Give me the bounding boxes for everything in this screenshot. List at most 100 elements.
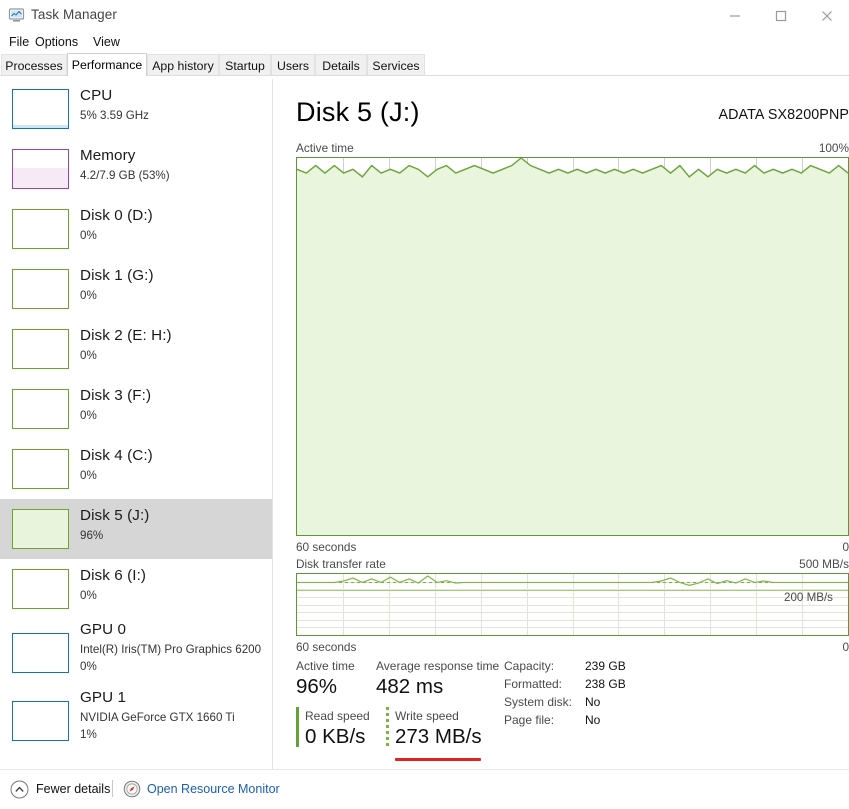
active-time-label: Active time — [296, 141, 354, 155]
sidebar-mini-graph — [12, 269, 69, 309]
sidebar-item-disk-4-c-[interactable]: Disk 4 (C:) 0% — [0, 439, 272, 499]
close-button[interactable] — [804, 0, 849, 31]
window-title: Task Manager — [31, 7, 117, 22]
info-key: Page file: — [504, 713, 554, 727]
status-bar: Fewer details Open Resource Monitor — [0, 769, 849, 809]
sidebar-mini-graph — [12, 633, 69, 673]
sidebar-item-disk-6-i-[interactable]: Disk 6 (I:)0% — [0, 559, 272, 619]
resource-monitor-icon[interactable] — [123, 780, 141, 798]
sidebar-item-title: GPU 1 — [80, 689, 126, 706]
transfer-rate-max: 500 MB/s — [799, 557, 849, 571]
sidebar-item-subtitle: 0% — [80, 409, 97, 422]
sidebar-mini-graph — [12, 389, 69, 429]
tab-label: Processes — [5, 59, 62, 73]
sidebar-divider — [272, 79, 273, 769]
sidebar-item-subtitle-2: 1% — [80, 728, 97, 741]
transfer-rate-graph — [296, 573, 849, 636]
read-speed-indicator — [296, 707, 299, 747]
tab-label: Users — [277, 59, 309, 73]
transfer-rate-xlabel: 60 seconds — [296, 640, 356, 654]
tab-startup[interactable]: Startup — [219, 54, 271, 76]
sidebar-item-title: Disk 2 (E: H:) — [80, 327, 172, 344]
tab-label: App history — [152, 59, 214, 73]
title-bar: Task Manager — [0, 0, 849, 31]
write-speed-indicator — [386, 707, 389, 747]
info-key: System disk: — [504, 695, 572, 709]
sidebar-item-gpu-1[interactable]: GPU 1NVIDIA GeForce GTX 1660 Ti1% — [0, 687, 272, 755]
stat-write-label: Write speed — [395, 709, 459, 723]
sidebar-item-title: CPU — [80, 87, 112, 104]
active-time-xlabel: 60 seconds — [296, 540, 356, 554]
write-speed-annotation-underline — [395, 758, 481, 761]
tab-performance[interactable]: Performance — [67, 53, 147, 76]
sidebar-item-title: Disk 0 (D:) — [80, 207, 153, 224]
tab-users[interactable]: Users — [271, 54, 315, 76]
sidebar-item-subtitle: Intel(R) Iris(TM) Pro Graphics 6200 — [80, 643, 261, 656]
tab-services[interactable]: Services — [367, 54, 425, 76]
sidebar-item-title: Memory — [80, 147, 135, 164]
menu-bar: File Options View — [0, 31, 849, 53]
sidebar-item-cpu[interactable]: CPU 5% 3.59 GHz — [0, 79, 272, 139]
sidebar-mini-graph — [12, 509, 69, 549]
info-key: Capacity: — [504, 659, 554, 673]
sidebar-mini-graph-fill — [13, 510, 68, 548]
active-time-graph — [296, 157, 849, 536]
sidebar-mini-graph — [12, 89, 69, 129]
main-panel: Disk 5 (J:) ADATA SX8200PNP Active time … — [280, 79, 849, 769]
stat-active-time-label: Active time — [296, 659, 355, 673]
menu-view[interactable]: View — [87, 33, 126, 51]
stat-read-label: Read speed — [305, 709, 370, 723]
sidebar-mini-graph — [12, 701, 69, 741]
sidebar-item-subtitle: 96% — [80, 529, 103, 542]
sidebar-item-disk-5-j-[interactable]: Disk 5 (J:) 96% — [0, 499, 272, 559]
device-model: ADATA SX8200PNP — [719, 107, 849, 123]
tab-label: Startup — [225, 59, 265, 73]
sidebar-item-title: Disk 5 (J:) — [80, 507, 149, 524]
info-value: 238 GB — [585, 677, 626, 691]
sidebar-item-title: Disk 1 (G:) — [80, 267, 154, 284]
minimize-button[interactable] — [712, 0, 757, 31]
tab-label: Performance — [72, 58, 142, 72]
open-resource-monitor-link[interactable]: Open Resource Monitor — [147, 782, 280, 796]
info-key: Formatted: — [504, 677, 562, 691]
sidebar-item-subtitle: 5% 3.59 GHz — [80, 109, 149, 122]
menu-options[interactable]: Options — [29, 33, 84, 51]
sidebar-mini-graph — [12, 449, 69, 489]
sidebar-item-subtitle: 0% — [80, 469, 97, 482]
tab-details[interactable]: Details — [315, 54, 367, 76]
active-time-max: 100% — [819, 141, 849, 155]
sidebar-item-disk-2-e-h-[interactable]: Disk 2 (E: H:)0% — [0, 319, 272, 379]
sidebar-item-disk-0-d-[interactable]: Disk 0 (D:)0% — [0, 199, 272, 259]
sidebar-mini-graph — [12, 209, 69, 249]
tab-processes[interactable]: Processes — [1, 54, 67, 76]
task-manager-window: Task Manager File Options View Processes… — [0, 0, 849, 808]
sidebar-mini-graph — [12, 569, 69, 609]
info-value: No — [585, 695, 600, 709]
tab-strip: Processes Performance App history Startup Us… — [0, 54, 849, 76]
sidebar-item-memory[interactable]: Memory 4.2/7.9 GB (53%) — [0, 139, 272, 199]
page-title: Disk 5 (J:) — [296, 97, 420, 128]
chevron-up-icon[interactable] — [10, 780, 29, 799]
sidebar-item-disk-3-f-[interactable]: Disk 3 (F:) 0% — [0, 379, 272, 439]
sidebar-item-title: Disk 3 (F:) — [80, 387, 151, 404]
transfer-reference-label: 200 MB/s — [784, 591, 833, 604]
sidebar-item-gpu-0[interactable]: GPU 0 Intel(R) Iris(TM) Pro Graphics 6200… — [0, 619, 272, 687]
sidebar-item-title: Disk 6 (I:) — [80, 567, 146, 584]
sidebar-mini-graph — [12, 329, 69, 369]
sidebar-item-subtitle-2: 0% — [80, 660, 97, 673]
info-value: 239 GB — [585, 659, 626, 673]
stat-active-time-value: 96% — [296, 675, 337, 699]
maximize-button[interactable] — [758, 0, 803, 31]
sidebar-item-subtitle: 4.2/7.9 GB (53%) — [80, 169, 170, 182]
sidebar-item-disk-1-g-[interactable]: Disk 1 (G:)0% — [0, 259, 272, 319]
transfer-rate-gridlines — [297, 574, 848, 635]
footer-separator — [112, 780, 113, 797]
sidebar-mini-graph-fill — [13, 125, 68, 128]
sidebar-item-title: Disk 4 (C:) — [80, 447, 153, 464]
stat-response-value: 482 ms — [376, 675, 443, 699]
fewer-details-button[interactable]: Fewer details — [36, 782, 110, 796]
resource-sidebar[interactable]: CPU 5% 3.59 GHz Memory 4.2/7.9 GB (53%) Disk… — [0, 79, 272, 769]
stat-write-value: 273 MB/s — [395, 725, 482, 749]
tab-app-history[interactable]: App history — [147, 54, 219, 76]
sidebar-item-title: GPU 0 — [80, 621, 126, 638]
